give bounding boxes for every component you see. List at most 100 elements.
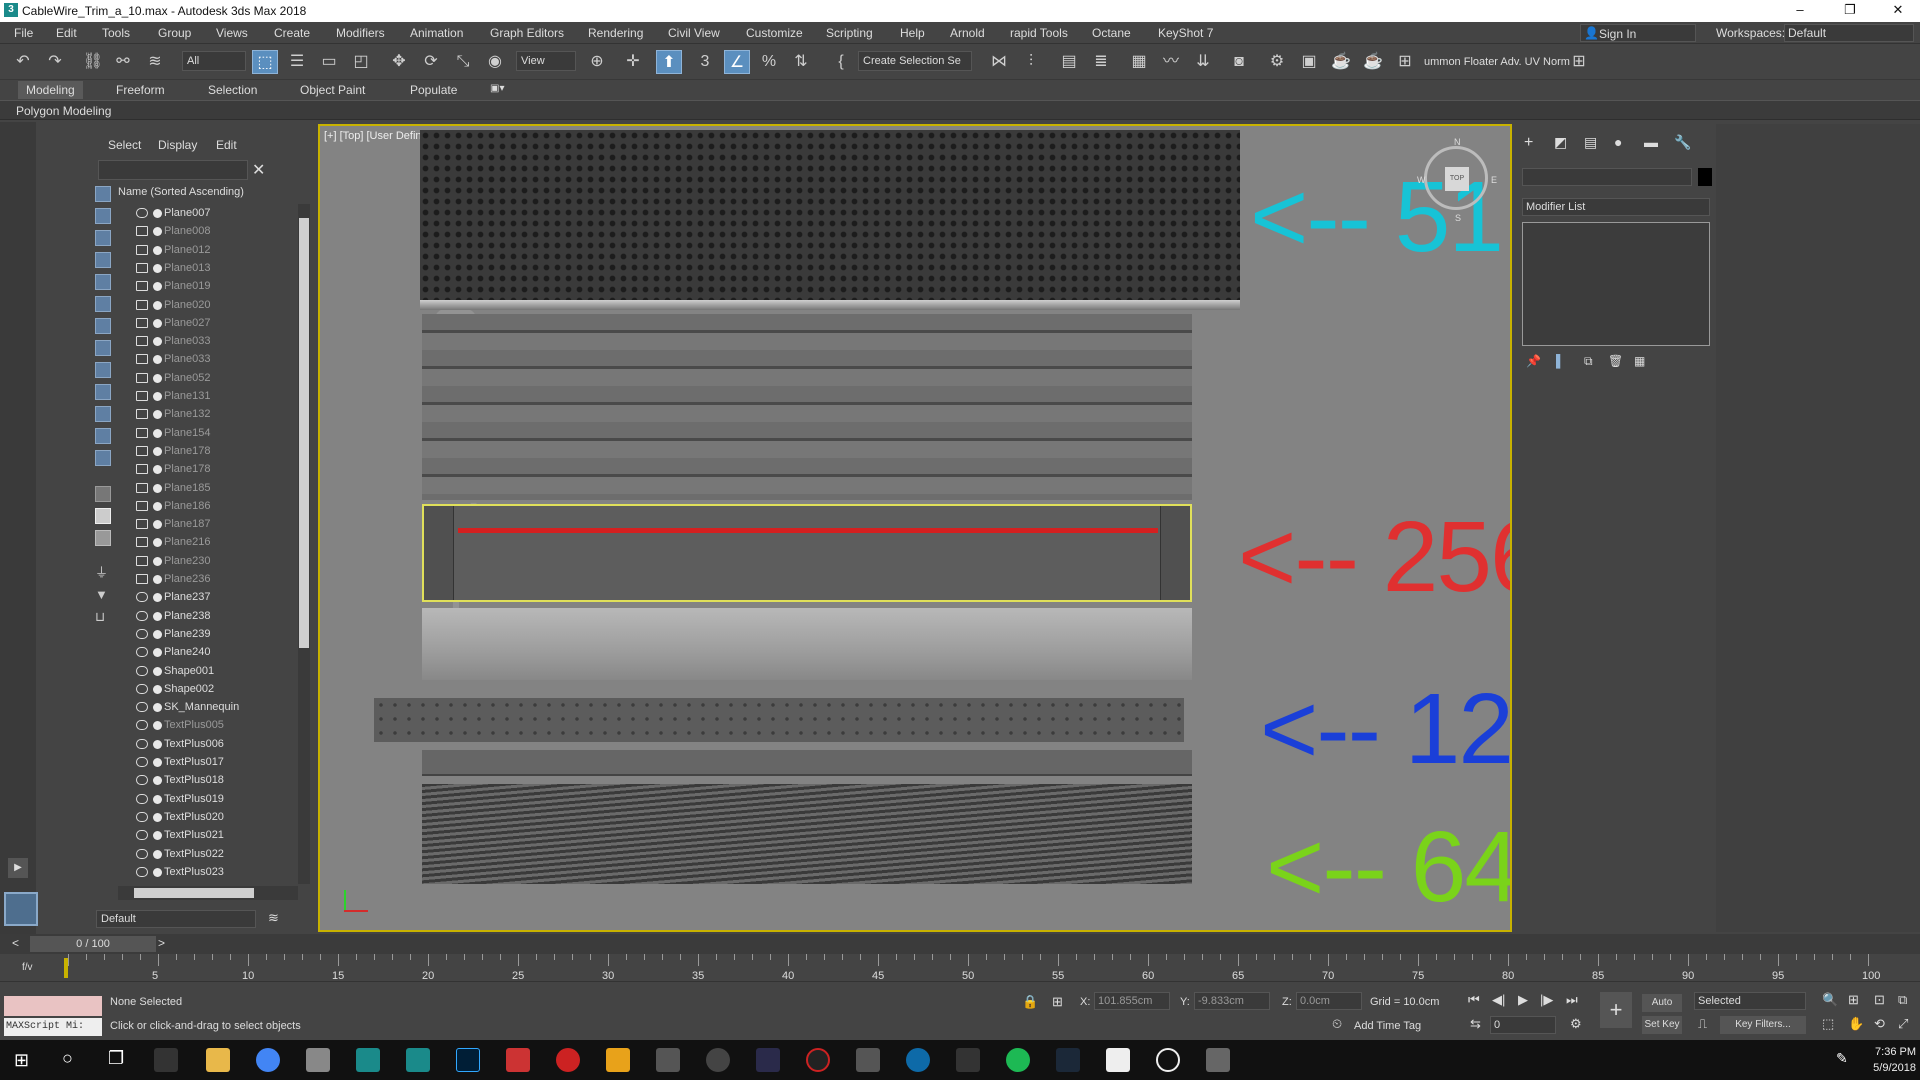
key-selection-dropdown[interactable]: Selected xyxy=(1694,992,1806,1010)
freeze-toggle-icon[interactable] xyxy=(153,538,162,548)
list-item[interactable]: Plane239 xyxy=(132,625,300,643)
modifier-stack[interactable] xyxy=(1522,222,1710,346)
curve-editor-icon[interactable]: 〰 xyxy=(1158,50,1184,74)
layers-icon[interactable] xyxy=(136,391,148,401)
window-crossing-icon[interactable]: ◰ xyxy=(348,50,374,74)
menu-arnold[interactable]: Arnold xyxy=(950,26,985,40)
chrome-icon[interactable] xyxy=(256,1048,280,1072)
eye-icon[interactable] xyxy=(136,683,148,694)
list-item[interactable]: Plane008 xyxy=(132,222,300,240)
time-slider[interactable]: 0 / 100 xyxy=(30,936,156,952)
drawing-app-icon[interactable] xyxy=(856,1048,880,1072)
eye-icon[interactable] xyxy=(136,720,148,731)
tab-object-paint[interactable]: Object Paint xyxy=(300,83,365,97)
close-button[interactable]: ✕ xyxy=(1878,2,1918,20)
freeze-toggle-icon[interactable] xyxy=(153,245,162,255)
shapes-filter-icon[interactable] xyxy=(95,230,111,246)
recording-icon[interactable] xyxy=(556,1048,580,1072)
zoom-icon[interactable]: 🔍 xyxy=(1822,992,1838,1008)
xnormal-icon[interactable] xyxy=(756,1048,780,1072)
funnel-icon[interactable]: ▼ xyxy=(95,588,111,604)
freeze-toggle-icon[interactable] xyxy=(153,593,162,603)
snaps-toggle-icon[interactable]: 3 xyxy=(692,50,718,74)
spotify-icon[interactable] xyxy=(1006,1048,1030,1072)
prev-key-icon[interactable]: ◀| xyxy=(1492,992,1505,1008)
substance-icon[interactable] xyxy=(506,1048,530,1072)
eye-icon[interactable] xyxy=(136,866,148,877)
maximize-button[interactable]: ❐ xyxy=(1830,2,1870,20)
list-item[interactable]: TextPlus005 xyxy=(132,716,300,734)
next-frame-icon[interactable]: > xyxy=(158,936,165,950)
list-item[interactable]: Plane216 xyxy=(132,533,300,551)
menu-group[interactable]: Group xyxy=(158,26,191,40)
list-item[interactable]: Plane020 xyxy=(132,296,300,314)
search-icon[interactable]: ○ xyxy=(62,1048,73,1069)
list-item[interactable]: TextPlus023 xyxy=(132,863,300,881)
freeze-toggle-icon[interactable] xyxy=(153,446,162,456)
lights-filter-icon[interactable] xyxy=(95,252,111,268)
ribbon-options-icon[interactable]: ▣▾ xyxy=(490,83,504,94)
windows-start-icon[interactable]: ⊞ xyxy=(14,1050,29,1071)
steam-icon[interactable] xyxy=(1056,1048,1080,1072)
eye-icon[interactable] xyxy=(136,610,148,621)
layer-manager-icon[interactable]: ≋ xyxy=(268,910,279,926)
hierarchy-tab-icon[interactable]: ▤ xyxy=(1584,134,1597,151)
link-icon[interactable]: ⛓ xyxy=(80,50,106,74)
expand-arrow-icon[interactable]: ▶ xyxy=(8,858,28,878)
menu-civil-view[interactable]: Civil View xyxy=(668,26,720,40)
xrefs-filter-icon[interactable] xyxy=(95,362,111,378)
frozen-filter-icon[interactable] xyxy=(95,428,111,444)
list-item[interactable]: Plane178 xyxy=(132,460,300,478)
menu-tools[interactable]: Tools xyxy=(102,26,130,40)
layer-dropdown[interactable]: Default xyxy=(96,910,256,928)
app-icon-2[interactable] xyxy=(956,1048,980,1072)
eye-icon[interactable] xyxy=(136,628,148,639)
maxscript-mini-listener[interactable]: MAXScript Mi: xyxy=(4,1018,102,1036)
ribbon-toggle-icon[interactable]: ▦ xyxy=(1126,50,1152,74)
freeze-toggle-icon[interactable] xyxy=(153,373,162,383)
layers-icon[interactable] xyxy=(136,574,148,584)
containers-filter-icon[interactable] xyxy=(95,406,111,422)
layers-icon[interactable] xyxy=(136,262,148,273)
file-explorer-icon[interactable] xyxy=(206,1048,230,1072)
layers-icon[interactable] xyxy=(136,537,148,548)
pan-icon[interactable]: ✋ xyxy=(1848,1016,1864,1032)
menu-animation[interactable]: Animation xyxy=(410,26,463,40)
scene-explorer-toggle-icon[interactable]: ▤ xyxy=(1056,50,1082,74)
eye-icon[interactable] xyxy=(136,738,148,749)
list-item[interactable]: TextPlus020 xyxy=(132,808,300,826)
align-icon[interactable]: ⫶ xyxy=(1018,50,1044,74)
text-app-icon[interactable] xyxy=(656,1048,680,1072)
zoom-extents-all-icon[interactable]: ⧉ xyxy=(1898,992,1907,1008)
se-tab-select[interactable]: Select xyxy=(108,138,141,152)
zoom-all-icon[interactable]: ⊞ xyxy=(1848,992,1859,1008)
menu-help[interactable]: Help xyxy=(900,26,925,40)
freeze-toggle-icon[interactable] xyxy=(153,831,162,841)
photoshop-icon[interactable] xyxy=(456,1048,480,1072)
eye-icon[interactable] xyxy=(136,757,148,767)
move-icon[interactable]: ✥ xyxy=(386,50,412,74)
layers-icon[interactable] xyxy=(136,427,148,438)
selection-lock-icon[interactable]: 🔒 xyxy=(1022,994,1038,1010)
list-item[interactable]: Plane013 xyxy=(132,259,300,277)
freeze-toggle-icon[interactable] xyxy=(153,282,162,292)
list-item[interactable]: TextPlus021 xyxy=(132,826,300,844)
freeze-toggle-icon[interactable] xyxy=(153,629,162,639)
reference-coordinate-dropdown[interactable]: View xyxy=(516,51,576,71)
motion-tab-icon[interactable]: ● xyxy=(1614,134,1622,150)
freeze-toggle-icon[interactable] xyxy=(153,812,162,822)
percent-snap-icon[interactable]: % xyxy=(756,50,782,74)
layers-icon[interactable] xyxy=(136,299,148,310)
unlink-icon[interactable]: ⚯ xyxy=(110,50,136,74)
grid-tool-icon[interactable]: ⊞ xyxy=(1566,50,1592,74)
bones-filter-icon[interactable] xyxy=(95,384,111,400)
list-item[interactable]: Plane052 xyxy=(132,369,300,387)
maxscript-listener-field[interactable] xyxy=(4,996,102,1016)
lock-selection-icon[interactable]: ⊔ xyxy=(95,610,111,626)
list-item[interactable]: Plane033 xyxy=(132,332,300,350)
space-warps-filter-icon[interactable] xyxy=(95,318,111,334)
sign-in-dropdown[interactable]: 👤 Sign In xyxy=(1580,24,1696,42)
freeze-toggle-icon[interactable] xyxy=(153,648,162,658)
layers-icon[interactable] xyxy=(136,244,148,255)
workspaces-dropdown[interactable]: Default xyxy=(1784,24,1914,42)
